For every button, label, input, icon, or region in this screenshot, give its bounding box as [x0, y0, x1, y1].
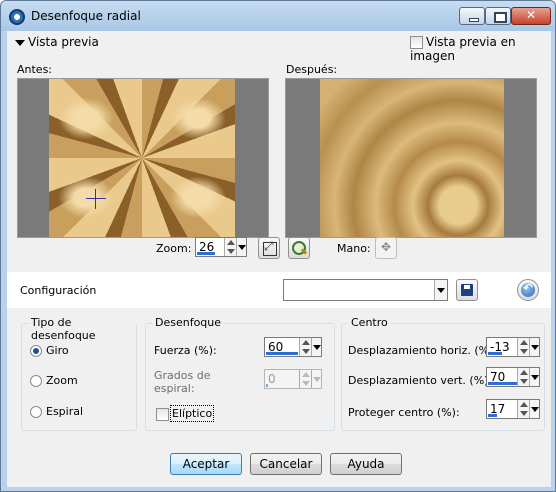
dialog-window: Desenfoque radial Vista previa Vista pre… — [0, 0, 556, 492]
preview-toggle[interactable]: Vista previa — [15, 35, 99, 49]
settings-combo[interactable] — [283, 279, 448, 301]
spiral-degrees-label-1: Grados de — [154, 369, 211, 382]
crosshair-icon[interactable] — [86, 189, 106, 209]
horiz-offset-label: Desplazamiento horiz. (%): — [348, 344, 498, 357]
radio-spiral[interactable]: Espiral — [30, 405, 83, 418]
checkbox-box[interactable] — [156, 407, 169, 421]
blur-group: Desenfoque Fuerza (%): 60 Grados de espi… — [145, 316, 335, 431]
checkbox-box[interactable] — [410, 36, 423, 49]
zoom-bar — [197, 252, 215, 255]
dropdown-arrow-icon[interactable] — [529, 400, 539, 418]
radio-button[interactable] — [30, 406, 42, 418]
after-image — [320, 79, 504, 237]
blur-type-group: Tipo de desenfoque Giro Zoom Espiral — [21, 316, 137, 431]
save-preset-button[interactable] — [456, 279, 478, 301]
dropdown-arrow-icon[interactable] — [529, 338, 539, 356]
settings-label: Configuración — [20, 284, 97, 297]
radio-zoom[interactable]: Zoom — [30, 374, 78, 387]
spin-arrows-icon[interactable] — [224, 238, 236, 256]
maximize-button[interactable] — [485, 7, 511, 25]
radio-button[interactable] — [30, 375, 42, 387]
help-button[interactable]: Ayuda — [330, 453, 402, 475]
strength-bar — [266, 352, 298, 355]
spin-arrows-icon[interactable] — [299, 338, 311, 356]
strength-spinner[interactable]: 60 — [264, 337, 322, 357]
window-title: Desenfoque radial — [31, 9, 141, 23]
protect-center-spinner[interactable]: 17 — [486, 399, 540, 419]
radio-twirl[interactable]: Giro — [30, 344, 69, 357]
blur-title: Desenfoque — [152, 316, 225, 329]
after-preview[interactable] — [285, 78, 537, 238]
center-group: Centro Desplazamiento horiz. (%): -13 De… — [341, 316, 545, 431]
horiz-offset-spinner[interactable]: -13 — [486, 337, 540, 357]
dropdown-arrow-icon[interactable] — [311, 370, 321, 388]
horiz-offset-bar — [488, 352, 502, 355]
settings-bar: Configuración — [7, 272, 551, 308]
fit-to-window-button[interactable] — [258, 237, 280, 259]
dropdown-arrow-icon[interactable] — [529, 368, 539, 386]
dropdown-arrow-icon[interactable] — [311, 338, 321, 356]
zoom-label: Zoom: — [156, 242, 192, 255]
vert-offset-spinner[interactable]: 70 — [486, 367, 540, 387]
radio-zoom-label: Zoom — [46, 374, 78, 387]
protect-center-label: Proteger centro (%): — [348, 406, 460, 419]
after-label: Después: — [286, 63, 338, 76]
minimize-button[interactable] — [459, 7, 485, 25]
radio-spiral-label: Espiral — [46, 405, 84, 418]
blur-type-title: Tipo de desenfoque — [28, 316, 136, 342]
before-label: Antes: — [17, 63, 53, 76]
elliptical-label: Elíptico — [169, 405, 215, 422]
image-preview-checkbox[interactable]: Vista previa en imagen — [410, 35, 551, 63]
app-icon — [9, 9, 25, 25]
elliptical-checkbox[interactable]: Elíptico — [156, 405, 215, 422]
dropdown-arrow-icon[interactable] — [434, 280, 447, 300]
spiral-degrees-label-2: espiral: — [154, 382, 195, 395]
before-image — [49, 79, 235, 237]
title-bar[interactable]: Desenfoque radial — [1, 1, 555, 31]
cancel-button[interactable]: Cancelar — [250, 453, 322, 475]
image-preview-label: Vista previa en imagen — [410, 35, 516, 63]
vert-offset-label: Desplazamiento vert. (%): — [348, 374, 493, 387]
strength-label: Fuerza (%): — [154, 344, 217, 357]
spiral-degrees-bar — [266, 384, 268, 387]
spin-arrows-icon[interactable] — [517, 338, 529, 356]
dropdown-arrow-icon[interactable] — [236, 238, 246, 256]
before-preview[interactable] — [17, 78, 269, 238]
center-title: Centro — [348, 316, 391, 329]
ok-button[interactable]: Aceptar — [170, 453, 242, 475]
dialog-body: Vista previa Vista previa en imagen Ante… — [7, 31, 551, 487]
close-button[interactable] — [511, 7, 551, 25]
spiral-degrees-spinner[interactable]: 0 — [264, 369, 322, 389]
radio-twirl-label: Giro — [46, 344, 69, 357]
preview-toggle-label: Vista previa — [28, 35, 99, 49]
zoom-tool-button[interactable] — [288, 237, 310, 259]
chevron-down-icon — [15, 39, 25, 46]
spin-arrows-icon[interactable] — [299, 370, 311, 388]
zoom-spinner[interactable]: 26 — [195, 237, 247, 257]
hand-tool-button[interactable] — [375, 237, 397, 259]
spin-arrows-icon[interactable] — [517, 368, 529, 386]
radio-button-selected[interactable] — [30, 345, 42, 357]
protect-center-bar — [488, 414, 497, 417]
hand-label: Mano: — [337, 242, 371, 255]
reset-button[interactable] — [517, 279, 539, 301]
spin-arrows-icon[interactable] — [517, 400, 529, 418]
spiral-degrees-value[interactable]: 0 — [268, 372, 276, 386]
